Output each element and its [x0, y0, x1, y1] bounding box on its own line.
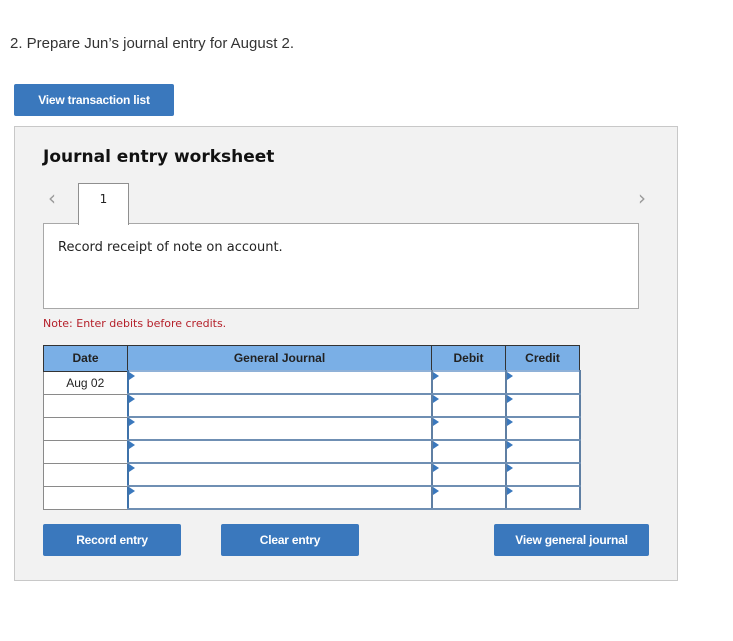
- column-header-date: Date: [43, 345, 128, 372]
- journal-entry-worksheet-panel: Journal entry worksheet ‹ 1 › Record rec…: [14, 126, 678, 581]
- question-prompt: 2. Prepare Jun’s journal entry for Augus…: [10, 35, 295, 52]
- dropdown-triangle-icon: [128, 418, 135, 426]
- debit-cell[interactable]: [430, 485, 507, 510]
- account-input[interactable]: [128, 487, 431, 508]
- debit-cell[interactable]: [430, 416, 507, 441]
- dropdown-triangle-icon: [128, 372, 135, 380]
- date-cell: [43, 439, 128, 464]
- date-cell: Aug 02: [43, 370, 128, 395]
- table-row: [43, 416, 581, 441]
- credit-input[interactable]: [506, 418, 579, 439]
- record-entry-button[interactable]: Record entry: [43, 524, 181, 556]
- credit-input[interactable]: [506, 441, 579, 462]
- transaction-description-box: Record receipt of note on account.: [43, 223, 639, 309]
- chevron-right-icon[interactable]: ›: [635, 187, 649, 209]
- dropdown-triangle-icon: [432, 464, 439, 472]
- account-cell[interactable]: [126, 393, 433, 418]
- debits-before-credits-note: Note: Enter debits before credits.: [43, 317, 227, 330]
- dropdown-triangle-icon: [128, 441, 135, 449]
- transaction-description: Record receipt of note on account.: [58, 240, 283, 255]
- table-row: [43, 439, 581, 464]
- debit-input[interactable]: [432, 418, 505, 439]
- dropdown-triangle-icon: [432, 487, 439, 495]
- journal-entry-table: Date General Journal Debit Credit Aug 02: [43, 345, 581, 510]
- account-cell[interactable]: [126, 439, 433, 464]
- date-cell: [43, 416, 128, 441]
- debit-input[interactable]: [432, 372, 505, 393]
- dropdown-triangle-icon: [128, 464, 135, 472]
- account-input[interactable]: [128, 441, 431, 462]
- account-cell[interactable]: [126, 416, 433, 441]
- dropdown-triangle-icon: [128, 487, 135, 495]
- account-cell[interactable]: [126, 485, 433, 510]
- dropdown-triangle-icon: [432, 441, 439, 449]
- column-header-credit: Credit: [505, 345, 580, 372]
- dropdown-triangle-icon: [432, 418, 439, 426]
- view-general-journal-button[interactable]: View general journal: [494, 524, 649, 556]
- dropdown-triangle-icon: [506, 372, 513, 380]
- debit-input[interactable]: [432, 464, 505, 485]
- dropdown-triangle-icon: [506, 395, 513, 403]
- tab-entry-1[interactable]: 1: [78, 183, 129, 225]
- table-row: [43, 462, 581, 487]
- view-transaction-list-button[interactable]: View transaction list: [14, 84, 174, 116]
- dropdown-triangle-icon: [506, 487, 513, 495]
- table-header-row: Date General Journal Debit Credit: [43, 345, 580, 372]
- worksheet-title: Journal entry worksheet: [43, 147, 275, 167]
- column-header-general-journal: General Journal: [127, 345, 432, 372]
- credit-cell[interactable]: [504, 370, 581, 395]
- debit-input[interactable]: [432, 395, 505, 416]
- account-input[interactable]: [128, 464, 431, 485]
- date-cell: [43, 485, 128, 510]
- credit-cell[interactable]: [504, 485, 581, 510]
- credit-input[interactable]: [506, 464, 579, 485]
- account-cell[interactable]: [126, 370, 433, 395]
- account-input[interactable]: [128, 372, 431, 393]
- table-row: [43, 393, 581, 418]
- credit-input[interactable]: [506, 395, 579, 416]
- account-cell[interactable]: [126, 462, 433, 487]
- dropdown-triangle-icon: [432, 372, 439, 380]
- column-header-debit: Debit: [431, 345, 506, 372]
- dropdown-triangle-icon: [506, 464, 513, 472]
- debit-cell[interactable]: [430, 462, 507, 487]
- credit-cell[interactable]: [504, 462, 581, 487]
- date-cell: [43, 393, 128, 418]
- credit-cell[interactable]: [504, 416, 581, 441]
- credit-input[interactable]: [506, 487, 579, 508]
- table-row: Aug 02: [43, 370, 581, 395]
- debit-cell[interactable]: [430, 370, 507, 395]
- credit-input[interactable]: [506, 372, 579, 393]
- credit-cell[interactable]: [504, 393, 581, 418]
- credit-cell[interactable]: [504, 439, 581, 464]
- chevron-left-icon[interactable]: ‹: [45, 187, 59, 209]
- debit-input[interactable]: [432, 487, 505, 508]
- dropdown-triangle-icon: [506, 418, 513, 426]
- date-cell: [43, 462, 128, 487]
- debit-cell[interactable]: [430, 393, 507, 418]
- dropdown-triangle-icon: [432, 395, 439, 403]
- debit-input[interactable]: [432, 441, 505, 462]
- debit-cell[interactable]: [430, 439, 507, 464]
- dropdown-triangle-icon: [506, 441, 513, 449]
- clear-entry-button[interactable]: Clear entry: [221, 524, 359, 556]
- table-row: [43, 485, 581, 510]
- account-input[interactable]: [128, 395, 431, 416]
- dropdown-triangle-icon: [128, 395, 135, 403]
- account-input[interactable]: [128, 418, 431, 439]
